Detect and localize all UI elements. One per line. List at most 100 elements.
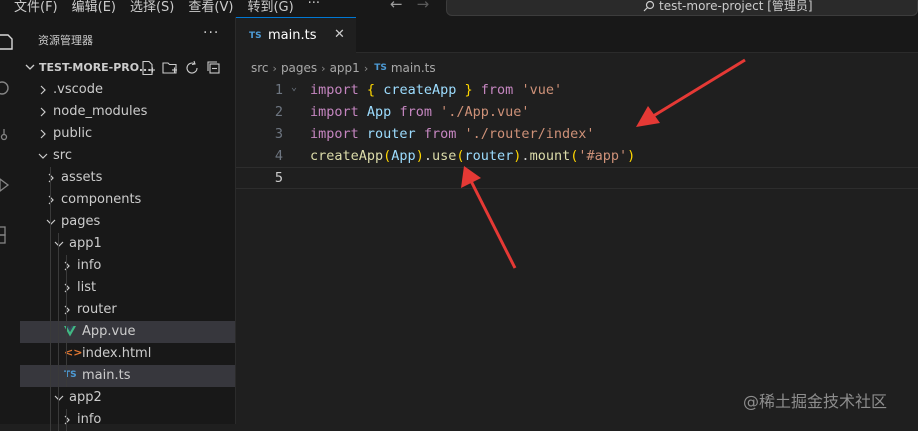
extensions-icon[interactable]: [0, 221, 20, 245]
new-folder-icon[interactable]: [162, 60, 178, 76]
chevron-right-icon: ›: [272, 61, 277, 75]
line-number: 3: [274, 126, 283, 142]
code-token: (: [456, 148, 465, 164]
tree-folder[interactable]: app1: [20, 233, 235, 255]
tree-folder[interactable]: assets: [20, 167, 235, 189]
refresh-icon[interactable]: [184, 60, 200, 76]
search-view-icon[interactable]: [0, 77, 20, 101]
line-number: 1: [274, 82, 283, 98]
code-editor[interactable]: 1 ⌄ import { createApp } from 'vue' 2 import…: [236, 79, 918, 189]
tree-item-label: info: [77, 412, 102, 427]
code-token: from: [480, 82, 514, 98]
tree-folder[interactable]: app2: [20, 387, 235, 409]
explorer-icon[interactable]: [0, 29, 20, 53]
code-token: from: [423, 126, 457, 142]
breadcrumb-file[interactable]: main.ts: [391, 61, 436, 75]
chevron-down-icon: [54, 395, 64, 401]
title-bar: 文件(F) 编辑(E) 选择(S) 查看(V) 转到(G) ··· ← → te…: [0, 0, 918, 17]
code-token: use: [431, 148, 457, 164]
tree-folder[interactable]: info: [20, 409, 235, 431]
code-token: from: [399, 104, 432, 120]
project-header[interactable]: TEST-MORE-PRO...: [20, 57, 235, 79]
code-line[interactable]: 3 import router from './router/index': [236, 123, 918, 145]
explorer-more-button[interactable]: ···: [203, 25, 219, 41]
tree-item-label: index.html: [82, 346, 152, 361]
project-actions: [140, 60, 222, 76]
chevron-right-icon: ›: [321, 61, 326, 75]
tree-folder[interactable]: list: [20, 277, 235, 299]
tree-item-label: pages: [61, 214, 101, 229]
menu-more[interactable]: ···: [308, 0, 320, 15]
tree-item-label: assets: [61, 170, 103, 185]
code-token: router: [464, 148, 514, 164]
close-icon[interactable]: ✕: [334, 27, 345, 42]
menu-view[interactable]: 查看(V): [188, 0, 233, 15]
breadcrumb: src › pages › app1 › TS main.ts: [251, 61, 436, 75]
typescript-file-icon: TS: [374, 63, 387, 73]
tree-item-label: list: [77, 280, 97, 295]
menu-go[interactable]: 转到(G): [247, 0, 293, 15]
tree-folder[interactable]: info: [20, 255, 235, 277]
line-number: 5: [274, 170, 283, 186]
code-token: 'vue': [521, 82, 563, 98]
tree-item-label: public: [53, 126, 93, 141]
collapse-all-icon[interactable]: [206, 60, 222, 76]
code-token: '#app': [578, 148, 628, 164]
tree-folder[interactable]: pages: [20, 211, 235, 233]
code-line[interactable]: 5: [236, 167, 918, 189]
code-text: import { createApp } from 'vue': [310, 82, 562, 98]
tab-label: main.ts: [268, 28, 317, 43]
tree-folder[interactable]: public: [20, 123, 235, 145]
tree-folder[interactable]: components: [20, 189, 235, 211]
code-line[interactable]: 1 ⌄ import { createApp } from 'vue': [236, 79, 918, 101]
back-arrow-icon[interactable]: ←: [390, 0, 403, 13]
tree-file[interactable]: App.vue: [20, 321, 235, 343]
chevron-right-icon: [64, 261, 70, 271]
forward-arrow-icon[interactable]: →: [417, 0, 430, 13]
run-debug-icon[interactable]: [0, 173, 20, 197]
activity-bar: [0, 17, 21, 424]
code-token: mount: [529, 148, 571, 164]
tree-folder[interactable]: src: [20, 145, 235, 167]
code-token: App: [391, 148, 416, 164]
code-token: }: [464, 82, 473, 98]
tree-item-label: app2: [69, 390, 102, 405]
code-text: createApp(App).use(router).mount('#app'): [310, 148, 635, 164]
tree-folder[interactable]: node_modules: [20, 101, 235, 123]
fold-chevron-icon[interactable]: ⌄: [291, 82, 297, 93]
command-center-search[interactable]: test-more-project [管理员]: [446, 0, 918, 16]
code-token: ): [627, 148, 636, 164]
chevron-right-icon: [40, 85, 46, 95]
breadcrumb-src[interactable]: src: [251, 61, 269, 75]
chevron-down-icon: [46, 219, 56, 225]
tab-main-ts[interactable]: TS main.ts ✕: [236, 17, 356, 53]
tree-file[interactable]: <> index.html: [20, 343, 235, 365]
code-text: import router from './router/index': [310, 126, 595, 142]
line-number: 4: [274, 148, 283, 164]
new-file-icon[interactable]: [140, 60, 156, 76]
code-line[interactable]: 4 createApp(App).use(router).mount('#app'…: [236, 145, 918, 167]
nav-arrows: ← →: [390, 0, 429, 13]
breadcrumb-app1[interactable]: app1: [330, 61, 360, 75]
chevron-down-icon: [25, 64, 35, 70]
code-line[interactable]: 2 import App from './App.vue': [236, 101, 918, 123]
tree-folder[interactable]: router: [20, 299, 235, 321]
typescript-file-icon: TS: [249, 31, 262, 41]
menu-edit[interactable]: 编辑(E): [72, 0, 116, 15]
indent-guide: [66, 409, 67, 431]
breadcrumb-pages[interactable]: pages: [281, 61, 317, 75]
source-control-icon[interactable]: [0, 125, 20, 149]
code-token: App: [366, 104, 392, 120]
tree-item-label: components: [61, 192, 142, 207]
menu-selection[interactable]: 选择(S): [130, 0, 174, 15]
tree-folder[interactable]: .vscode: [20, 79, 235, 101]
menu-file[interactable]: 文件(F): [14, 0, 58, 15]
tree-file[interactable]: TS main.ts: [20, 365, 235, 387]
tree-item-label: router: [77, 302, 117, 317]
